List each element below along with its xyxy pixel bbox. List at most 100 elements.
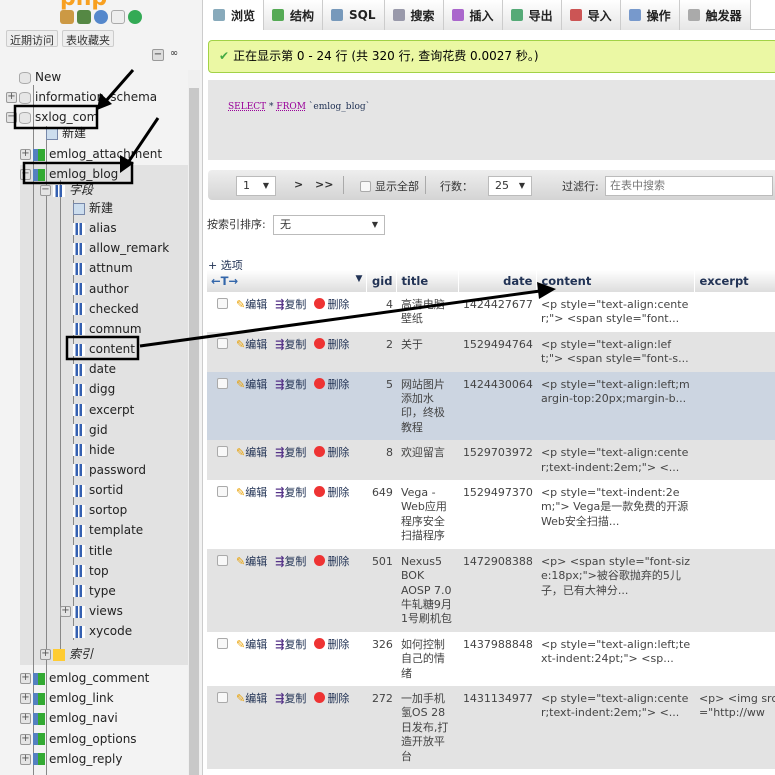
- edit-button[interactable]: ✎编辑: [236, 378, 271, 391]
- sidebar-scrollbar[interactable]: [188, 70, 200, 775]
- tab-sql[interactable]: SQL: [323, 0, 385, 30]
- expand-icon[interactable]: +: [20, 753, 31, 765]
- edit-button[interactable]: ✎编辑: [236, 298, 271, 311]
- cell-title[interactable]: 网站图片添加水印，终极教程: [396, 371, 459, 441]
- edit-button[interactable]: ✎编辑: [236, 555, 271, 568]
- delete-button[interactable]: 删除: [314, 637, 353, 651]
- cell-title[interactable]: Vega - Web应用程序安全扫描程序: [396, 480, 459, 549]
- tree-column-new[interactable]: 新建: [60, 199, 113, 217]
- tab-structure[interactable]: 结构: [264, 0, 324, 30]
- cell-title[interactable]: 如何控制自己的情绪: [396, 631, 459, 686]
- cell-title[interactable]: 一加手机氢OS 28日发布,打造开放平台: [396, 685, 459, 769]
- header-date[interactable]: date: [458, 270, 538, 292]
- cell-gid[interactable]: 501: [366, 548, 397, 632]
- sql-keyword[interactable]: SELECT: [228, 102, 266, 112]
- copy-button[interactable]: ⇶复制: [275, 378, 310, 391]
- copy-button[interactable]: ⇶复制: [275, 638, 310, 651]
- sort-select[interactable]: 无 ▼: [273, 215, 385, 235]
- tree-table-emlog-options[interactable]: + emlog_options: [20, 730, 137, 748]
- expand-icon[interactable]: +: [20, 693, 31, 705]
- copy-button[interactable]: ⇶复制: [275, 338, 310, 351]
- collapse-icon[interactable]: −: [6, 112, 17, 123]
- expand-icon[interactable]: +: [20, 673, 31, 684]
- copy-button[interactable]: ⇶复制: [275, 555, 310, 568]
- tab-trigger[interactable]: 触发器: [679, 0, 751, 30]
- cell-date[interactable]: 1437988848: [458, 631, 537, 686]
- cell-excerpt[interactable]: [694, 440, 775, 481]
- sql-keyword[interactable]: FROM: [276, 102, 306, 112]
- cell-content[interactable]: <p style="text-align:left;text-indent:24…: [536, 631, 695, 686]
- cell-content[interactable]: <p style="text-align:center;"> <span sty…: [536, 292, 695, 332]
- expand-icon[interactable]: +: [20, 713, 31, 725]
- cell-date[interactable]: 1424430064: [458, 371, 537, 441]
- row-checkbox[interactable]: [217, 337, 228, 349]
- tree-table-emlog-comment[interactable]: + emlog_comment: [20, 669, 149, 687]
- cell-excerpt[interactable]: [694, 480, 775, 549]
- last-page-button[interactable]: >>: [315, 178, 333, 191]
- row-checkbox[interactable]: [217, 298, 228, 309]
- edit-button[interactable]: ✎编辑: [236, 692, 271, 705]
- tree-columns[interactable]: − 字段: [40, 181, 93, 199]
- header-title[interactable]: title: [396, 270, 460, 292]
- tree-table-emlog-reply[interactable]: + emlog_reply: [20, 750, 122, 768]
- filter-input[interactable]: 在表中搜索: [605, 176, 773, 196]
- cell-gid[interactable]: 5: [366, 371, 397, 441]
- cell-content[interactable]: <p style="text-align:left;text-indent:2e…: [536, 768, 695, 775]
- next-page-button[interactable]: >: [294, 178, 303, 191]
- tree-column-sortid[interactable]: sortid: [60, 481, 123, 499]
- column-resize-header[interactable]: ←T→ ▼: [207, 270, 368, 292]
- cell-gid[interactable]: 326: [366, 631, 397, 686]
- rows-select[interactable]: 25 ▼: [488, 176, 532, 196]
- cell-date[interactable]: 1424610328: [458, 768, 537, 775]
- tree-table-emlog-link[interactable]: + emlog_link: [20, 689, 114, 707]
- cell-title[interactable]: 天门西湖-陆羽公园: [396, 768, 459, 775]
- tree-column-attnum[interactable]: attnum: [60, 259, 133, 277]
- tree-column-comnum[interactable]: comnum: [60, 320, 142, 338]
- tree-column-xycode[interactable]: xycode: [60, 622, 132, 640]
- expand-icon[interactable]: +: [20, 149, 31, 160]
- tree-column-sortop[interactable]: sortop: [60, 501, 127, 519]
- cell-gid[interactable]: 649: [366, 480, 397, 549]
- tree-column-gid[interactable]: gid: [60, 421, 108, 439]
- cell-content[interactable]: <p style="text-align:center;text-indent:…: [536, 685, 695, 769]
- edit-button[interactable]: ✎编辑: [236, 638, 271, 651]
- tab-insert[interactable]: 插入: [443, 0, 503, 30]
- cell-excerpt[interactable]: [694, 331, 775, 372]
- cell-excerpt[interactable]: [694, 371, 775, 441]
- tree-column-password[interactable]: password: [60, 461, 146, 479]
- tree-new-table[interactable]: 新建: [33, 124, 86, 142]
- tree-new[interactable]: New: [6, 68, 61, 86]
- cell-excerpt[interactable]: [694, 548, 775, 632]
- cell-date[interactable]: 1431134977: [458, 685, 537, 769]
- row-checkbox[interactable]: [217, 637, 228, 649]
- delete-button[interactable]: 删除: [314, 554, 353, 568]
- cell-gid[interactable]: 4: [366, 292, 397, 332]
- tree-column-type[interactable]: type: [60, 582, 116, 600]
- tree-indexes[interactable]: + 索引: [40, 645, 93, 663]
- tab-wrench[interactable]: 操作: [620, 0, 680, 30]
- tree-column-views[interactable]: + views: [60, 602, 123, 620]
- page-select[interactable]: 1 ▼: [236, 176, 276, 196]
- cell-content[interactable]: <p> <span style="font-size:18px;">被谷歌抛弃的…: [536, 548, 695, 632]
- delete-button[interactable]: 删除: [314, 446, 353, 459]
- collapse-icon[interactable]: −: [20, 169, 31, 180]
- tree-column-alias[interactable]: alias: [60, 219, 117, 237]
- edit-button[interactable]: ✎编辑: [236, 338, 271, 351]
- tree-column-top[interactable]: top: [60, 562, 109, 580]
- header-gid[interactable]: gid: [366, 270, 398, 292]
- row-checkbox[interactable]: [217, 446, 228, 458]
- tab-export[interactable]: 导出: [502, 0, 562, 30]
- row-checkbox[interactable]: [217, 691, 228, 703]
- tab-search[interactable]: 搜索: [384, 0, 444, 30]
- cell-gid[interactable]: 272: [366, 685, 397, 769]
- copy-button[interactable]: ⇶复制: [275, 298, 310, 311]
- expand-icon[interactable]: +: [60, 606, 71, 617]
- cell-title[interactable]: 高清电脑壁纸: [396, 292, 459, 332]
- cell-date[interactable]: 1529494764: [458, 331, 537, 372]
- cell-content[interactable]: <p style="text-align:left;margin-top:20p…: [536, 371, 695, 441]
- expand-icon[interactable]: +: [40, 649, 51, 660]
- cell-title[interactable]: Nexus5 BOK AOSP 7.0 牛轧糖9月1号刷机包: [396, 548, 459, 632]
- row-checkbox[interactable]: [217, 554, 228, 566]
- cell-excerpt[interactable]: <p> <img src="http://ww: [694, 685, 775, 769]
- cell-content[interactable]: <p style="text-align:left;"> <span style…: [536, 331, 695, 372]
